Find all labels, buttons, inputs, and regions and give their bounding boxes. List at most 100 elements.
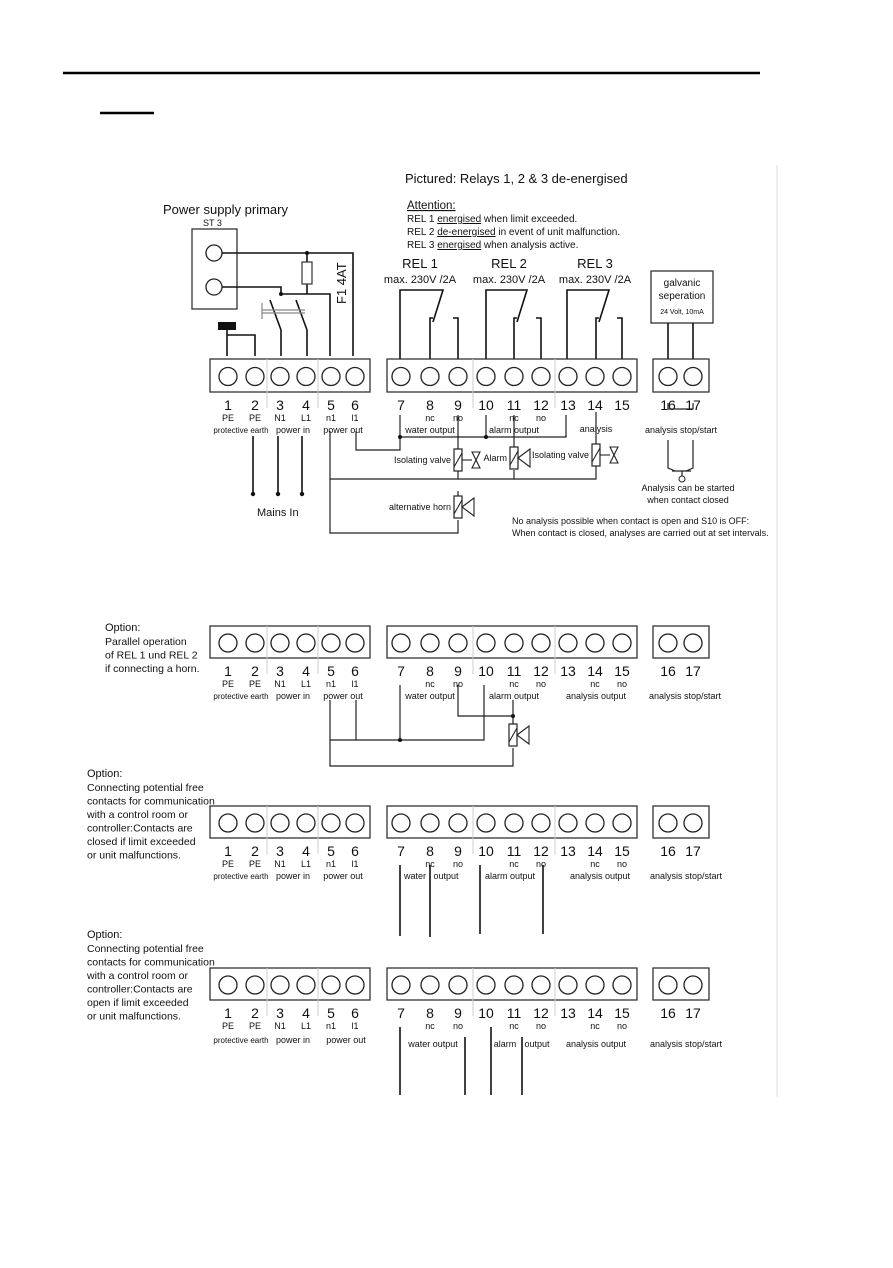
terminal-sublabel: n1 xyxy=(326,1021,336,1031)
power-supply-title: Power supply primary xyxy=(163,202,288,217)
group-label: analysis output xyxy=(570,871,631,881)
terminal-number: 1 xyxy=(224,397,232,413)
terminal-screw xyxy=(420,633,440,653)
attention-emphasis: energised xyxy=(437,240,481,251)
group-label: protective earth xyxy=(213,872,268,881)
separation-label: seperation xyxy=(659,291,706,302)
terminal-screw xyxy=(476,633,496,653)
terminal-screw xyxy=(245,975,265,995)
terminal-screw xyxy=(504,366,524,387)
terminal-number: 5 xyxy=(327,663,335,679)
terminal-number: 17 xyxy=(685,663,701,679)
terminal-number: 2 xyxy=(251,843,259,859)
terminal-screw xyxy=(558,366,578,387)
terminal-number: 9 xyxy=(454,397,462,413)
terminal-screw xyxy=(612,633,632,653)
terminal-sublabel: PE xyxy=(249,413,261,423)
terminal-screw xyxy=(448,633,468,653)
terminal-number: 12 xyxy=(533,843,549,859)
terminal-sublabel: no xyxy=(536,413,546,423)
terminal-screw xyxy=(296,633,316,653)
terminal-sublabel: nc xyxy=(590,1021,600,1031)
terminal-sublabel: no xyxy=(536,679,546,689)
option-heading: Option: xyxy=(87,768,122,780)
option-terminal-strip: 1 2 3 4 5 6 7 8 9 10 11 12 13 14 15 16 17PE PE N1 L1 n1 l1 nc n… xyxy=(209,625,722,701)
option-terminal-strip: 1 2 3 4 5 6 7 8 9 10 11 12 13 14 15 16 17PE PE N1 L1 n1 l1 nc n… xyxy=(209,805,723,881)
terminal-sublabel: L1 xyxy=(301,679,311,689)
terminal-screw xyxy=(612,813,632,833)
terminal-sublabel: l1 xyxy=(351,1021,358,1031)
group-label: power in xyxy=(276,1035,310,1045)
terminal-number: 11 xyxy=(507,663,522,679)
terminal-sublabel: PE xyxy=(249,859,261,869)
option-description-line: if connecting a horn. xyxy=(105,663,200,675)
terminal-number: 8 xyxy=(426,843,434,859)
group-label: water output xyxy=(404,691,455,701)
terminal-number: 10 xyxy=(478,1005,494,1021)
terminal-screw xyxy=(683,975,703,995)
terminal-screw xyxy=(658,813,678,833)
attention-line: REL 2 de-energised in event of unit malf… xyxy=(407,227,620,238)
terminal-number: 14 xyxy=(587,397,603,413)
terminal-number: 3 xyxy=(276,1005,284,1021)
group-label: power out xyxy=(323,425,363,435)
terminal-number: 6 xyxy=(351,1005,359,1021)
terminal-number: 8 xyxy=(426,397,434,413)
terminal-screw xyxy=(218,975,238,995)
terminal-screw xyxy=(245,366,265,387)
terminal-screw xyxy=(321,366,341,387)
terminal-sublabel: n1 xyxy=(326,679,336,689)
relay-name: REL 3 xyxy=(577,256,613,271)
terminal-number: 13 xyxy=(560,1005,576,1021)
terminal-sublabel: n1 xyxy=(326,413,336,423)
wiring-diagram-page: Pictured: Relays 1, 2 & 3 de-energised P… xyxy=(0,0,893,1263)
terminal-screw xyxy=(683,633,703,653)
terminal-number: 12 xyxy=(533,663,549,679)
terminal-screw xyxy=(585,633,605,653)
option-description-line: or unit malfunctions. xyxy=(87,850,181,862)
terminal-screw xyxy=(585,813,605,833)
terminal-screw xyxy=(558,975,578,995)
group-label: protective earth xyxy=(213,692,268,701)
terminal-screw xyxy=(270,813,290,833)
relay-rating: max. 230V /2A xyxy=(384,274,457,286)
group-label: analysis output xyxy=(566,1039,627,1049)
terminal-sublabel: no xyxy=(453,859,463,869)
isolating-valve-icon: Isolating valve xyxy=(394,448,481,472)
terminal-screw xyxy=(531,975,551,995)
terminal-screw xyxy=(391,813,411,833)
terminal-screw xyxy=(531,366,551,387)
terminal-screw xyxy=(420,813,440,833)
option-description-line: or unit malfunctions. xyxy=(87,1011,181,1023)
option-description-line: contacts for communication xyxy=(87,796,215,808)
terminal-number: 11 xyxy=(507,843,522,859)
terminal-sublabel: nc xyxy=(425,1021,435,1031)
terminal-screw xyxy=(683,813,703,833)
group-label: analysis stop/start xyxy=(650,1039,723,1049)
terminal-screw xyxy=(531,633,551,653)
terminal-number: 6 xyxy=(351,663,359,679)
attention-lines: REL 1 energised when limit exceeded. REL … xyxy=(407,214,620,251)
terminal-screw xyxy=(296,366,316,387)
terminal-number: 9 xyxy=(454,663,462,679)
terminal-number: 11 xyxy=(507,1005,522,1021)
terminal-screw xyxy=(391,975,411,995)
terminal-screw xyxy=(345,813,365,833)
terminal-screw xyxy=(531,813,551,833)
relay-common-wire xyxy=(485,289,529,370)
terminal-number: 12 xyxy=(533,1005,549,1021)
terminal-screw xyxy=(585,366,605,387)
terminal-screw xyxy=(448,813,468,833)
galvanic-rating: 24 Volt, 10mA xyxy=(660,309,704,316)
terminal-screw xyxy=(612,366,632,387)
terminal-screw xyxy=(218,633,238,653)
st3-connector xyxy=(191,228,238,310)
terminal-number: 9 xyxy=(454,843,462,859)
terminal-sublabel: PE xyxy=(249,1021,261,1031)
terminal-screw xyxy=(558,813,578,833)
relay-contacts xyxy=(399,289,623,370)
terminal-screw xyxy=(658,633,678,653)
group-label: power out xyxy=(323,871,363,881)
terminal-sublabel: N1 xyxy=(274,413,286,423)
terminal-sublabel: no xyxy=(617,679,627,689)
